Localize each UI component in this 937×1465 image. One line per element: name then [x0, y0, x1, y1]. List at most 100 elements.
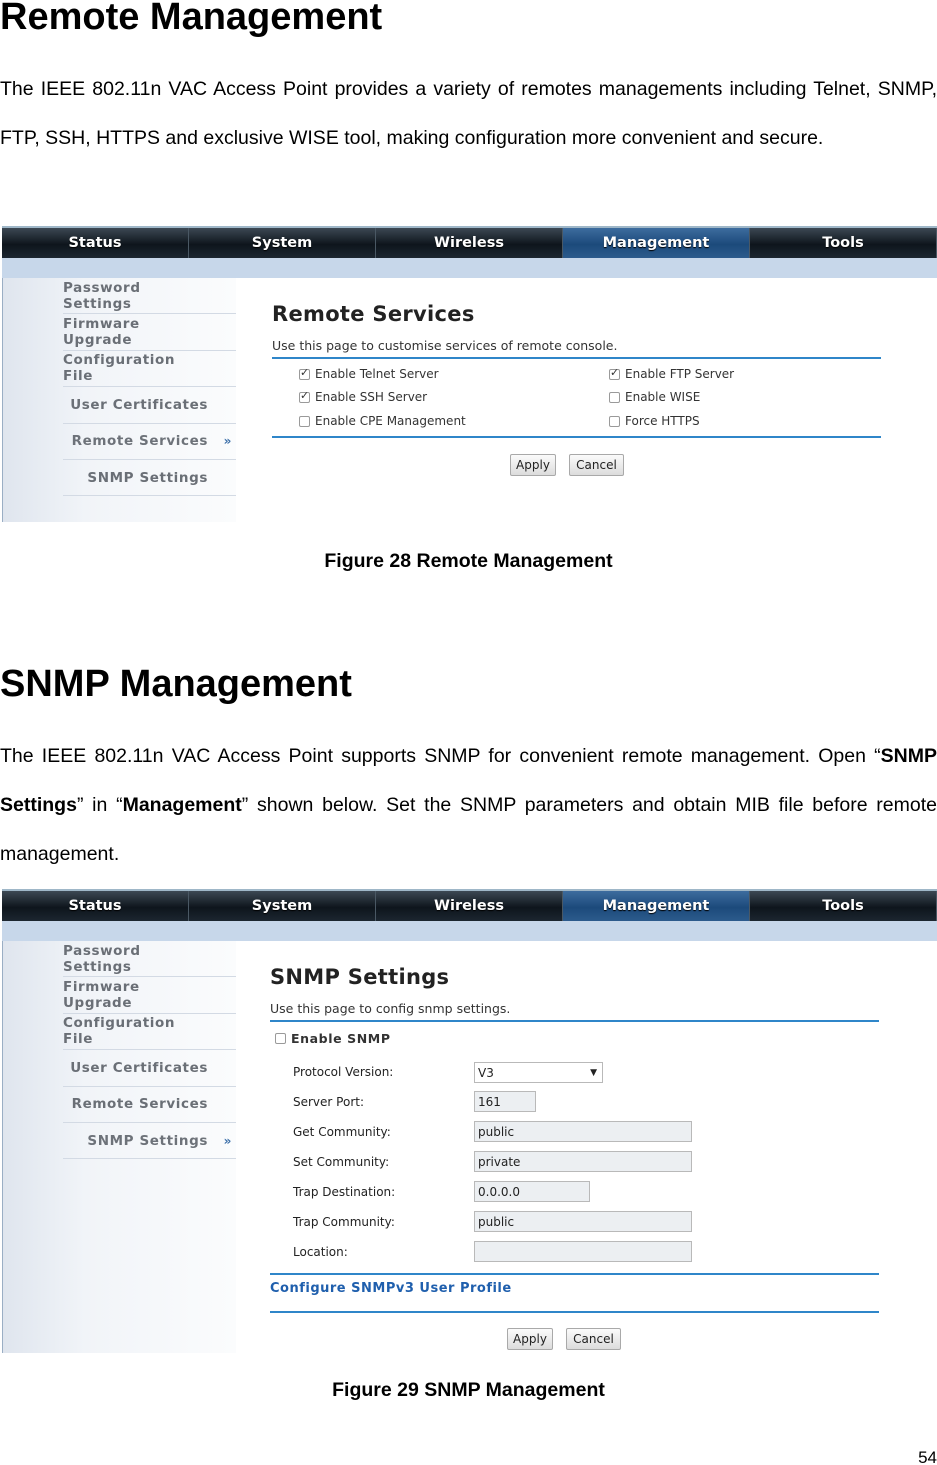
https-checkbox-row[interactable]: Force HTTPS: [609, 414, 700, 428]
protocol-version-value: V3: [478, 1065, 494, 1080]
get-community-input[interactable]: public: [474, 1121, 692, 1142]
nav-tab-system[interactable]: System: [189, 891, 376, 921]
active-arrow-icon: »: [223, 1133, 232, 1148]
section-heading-snmp-management: SNMP Management: [0, 663, 352, 705]
sidebar-item-label: User Certificates: [70, 1059, 208, 1076]
sidebar-item-user-certificates[interactable]: User Certificates: [63, 387, 236, 424]
sidebar-item-label: Password Settings: [63, 942, 141, 975]
sidebar-item-snmp-settings[interactable]: SNMP Settings: [63, 460, 236, 497]
ssh-checkbox[interactable]: [299, 389, 310, 403]
sidebar-item-configuration-file[interactable]: Configuration File: [63, 351, 236, 388]
panel-title: Remote Services: [272, 302, 475, 326]
remote-management-paragraph: The IEEE 802.11n VAC Access Point provid…: [0, 78, 937, 149]
telnet-label: Enable Telnet Server: [315, 367, 439, 381]
cpe-checkbox[interactable]: [299, 415, 310, 427]
main-nav: Status System Wireless Management Tools: [2, 889, 937, 921]
page-number: 54: [918, 1448, 937, 1465]
divider: [270, 1311, 879, 1313]
server-port-label: Server Port:: [293, 1095, 364, 1109]
ftp-checkbox-row[interactable]: Enable FTP Server: [609, 366, 735, 381]
sidebar-item-label: Firmware Upgrade: [63, 316, 140, 349]
wise-label: Enable WISE: [625, 390, 701, 404]
nav-tab-wireless[interactable]: Wireless: [376, 228, 563, 258]
cancel-button[interactable]: Cancel: [569, 454, 624, 476]
main-nav: Status System Wireless Management Tools: [2, 226, 937, 258]
remote-services-panel: Remote Services Use this page to customi…: [272, 302, 881, 359]
trap-community-input[interactable]: public: [474, 1211, 692, 1232]
apply-button[interactable]: Apply: [510, 454, 556, 476]
protocol-version-label: Protocol Version:: [293, 1065, 394, 1079]
sidebar-item-firmware-upgrade[interactable]: Firmware Upgrade: [63, 977, 236, 1014]
enable-snmp-label: Enable SNMP: [291, 1031, 391, 1046]
wise-checkbox-row[interactable]: Enable WISE: [609, 390, 700, 404]
sidebar-item-snmp-settings[interactable]: SNMP Settings »: [63, 1123, 236, 1160]
figure-29-caption: Figure 29 SNMP Management: [332, 1379, 605, 1401]
protocol-version-select[interactable]: V3 ▼: [474, 1062, 603, 1083]
sidebar-item-firmware-upgrade[interactable]: Firmware Upgrade: [63, 314, 236, 351]
sidebar-item-configuration-file[interactable]: Configuration File: [63, 1014, 236, 1051]
telnet-checkbox-row[interactable]: Enable Telnet Server: [299, 366, 439, 381]
nav-tab-tools[interactable]: Tools: [750, 891, 937, 921]
divider: [270, 1273, 879, 1275]
sidebar-item-label: Configuration File: [63, 1015, 176, 1048]
set-community-input[interactable]: private: [474, 1151, 692, 1172]
panel-description: Use this page to config snmp settings.: [270, 1001, 511, 1016]
sidebar-item-remote-services[interactable]: Remote Services »: [63, 424, 236, 460]
sidebar-item-label: Remote Services: [71, 433, 208, 450]
snmp-settings-screenshot: Status System Wireless Management Tools …: [0, 889, 937, 1353]
panel-description: Use this page to customise services of r…: [272, 338, 618, 353]
configure-snmpv3-link[interactable]: Configure SNMPv3 User Profile: [270, 1281, 512, 1296]
nav-tab-wireless[interactable]: Wireless: [376, 891, 563, 921]
server-port-input[interactable]: 161: [474, 1091, 536, 1112]
trap-destination-label: Trap Destination:: [293, 1185, 396, 1199]
nav-tab-management[interactable]: Management: [563, 891, 750, 921]
trap-community-label: Trap Community:: [293, 1215, 395, 1229]
sidebar-item-label: Remote Services: [71, 1096, 208, 1113]
trap-destination-input[interactable]: 0.0.0.0: [474, 1181, 590, 1202]
nav-tab-status[interactable]: Status: [2, 228, 189, 258]
panel-title: SNMP Settings: [270, 965, 450, 989]
divider: [272, 357, 881, 359]
get-community-label: Get Community:: [293, 1125, 391, 1139]
set-community-label: Set Community:: [293, 1155, 390, 1169]
enable-snmp-row[interactable]: Enable SNMP: [275, 1031, 391, 1046]
https-label: Force HTTPS: [625, 414, 700, 428]
nav-tab-system[interactable]: System: [189, 228, 376, 258]
remote-services-screenshot: Status System Wireless Management Tools …: [0, 226, 937, 522]
wise-checkbox[interactable]: [609, 391, 620, 403]
figure-28-caption: Figure 28 Remote Management: [324, 550, 613, 572]
sidebar: Password Settings Firmware Upgrade Confi…: [2, 278, 236, 522]
sidebar-item-user-certificates[interactable]: User Certificates: [63, 1050, 236, 1087]
https-checkbox[interactable]: [609, 415, 620, 427]
sidebar-item-password-settings[interactable]: Password Settings: [63, 941, 236, 978]
cancel-button[interactable]: Cancel: [566, 1328, 621, 1350]
sidebar-item-label: Password Settings: [63, 279, 141, 312]
snmp-settings-panel: SNMP Settings Use this page to config sn…: [270, 965, 879, 1022]
ssh-checkbox-row[interactable]: Enable SSH Server: [299, 389, 428, 404]
sidebar-item-label: Configuration File: [63, 352, 176, 385]
snmp-management-paragraph: The IEEE 802.11n VAC Access Point suppor…: [0, 732, 937, 879]
apply-button[interactable]: Apply: [507, 1328, 553, 1350]
nav-tab-tools[interactable]: Tools: [750, 228, 937, 258]
ftp-checkbox[interactable]: [609, 366, 620, 380]
para-text: ” in “: [76, 794, 123, 816]
ssh-label: Enable SSH Server: [315, 390, 428, 404]
location-input[interactable]: [474, 1241, 692, 1262]
ftp-label: Enable FTP Server: [625, 367, 735, 381]
location-label: Location:: [293, 1245, 348, 1259]
chevron-down-icon: ▼: [590, 1067, 597, 1078]
nav-tab-management[interactable]: Management: [563, 228, 750, 258]
section-heading-remote-management: Remote Management: [0, 0, 383, 38]
cpe-checkbox-row[interactable]: Enable CPE Management: [299, 414, 466, 428]
cpe-label: Enable CPE Management: [315, 414, 466, 428]
sidebar-item-password-settings[interactable]: Password Settings: [63, 278, 236, 315]
sidebar-item-remote-services[interactable]: Remote Services: [63, 1087, 236, 1123]
sidebar-item-label: SNMP Settings: [87, 469, 208, 486]
sidebar-item-label: SNMP Settings: [87, 1132, 208, 1149]
telnet-checkbox[interactable]: [299, 366, 310, 380]
nav-tab-status[interactable]: Status: [2, 891, 189, 921]
para-text: The IEEE 802.11n VAC Access Point suppor…: [0, 745, 881, 767]
sub-nav-bar: [2, 921, 937, 941]
sub-nav-bar: [2, 258, 937, 278]
enable-snmp-checkbox[interactable]: [275, 1033, 286, 1044]
